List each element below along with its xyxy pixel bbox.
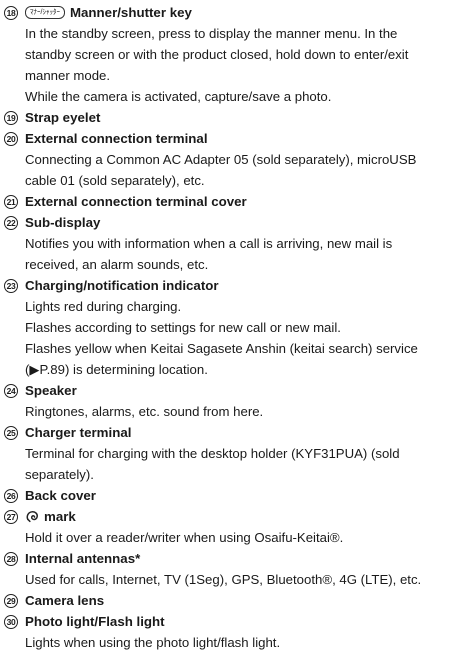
- item-desc-line: cable 01 (sold separately), etc.: [25, 173, 205, 188]
- item-desc-line: Flashes yellow when Keitai Sagasete Ansh…: [25, 341, 418, 356]
- item-title: Back cover: [25, 488, 96, 503]
- item-desc-line: Hold it over a reader/writer when using …: [25, 530, 344, 545]
- item-desc-line: Terminal for charging with the desktop h…: [25, 446, 400, 461]
- item-number: 23: [4, 278, 18, 293]
- item-26: 26 Back cover: [4, 485, 464, 506]
- item-25: 25 Charger terminal Terminal for chargin…: [4, 422, 464, 485]
- item-number: 24: [4, 383, 18, 398]
- item-title: Charger terminal: [25, 425, 132, 440]
- item-title: Photo light/Flash light: [25, 614, 165, 629]
- item-desc-line: In the standby screen, press to display …: [25, 26, 398, 41]
- item-number: 20: [4, 131, 18, 146]
- item-desc-line: Ringtones, alarms, etc. sound from here.: [25, 404, 264, 419]
- item-desc-line: received, an alarm sounds, etc.: [25, 257, 209, 272]
- item-desc-line: separately).: [25, 467, 94, 482]
- item-title: External connection terminal: [25, 131, 208, 146]
- item-title: Internal antennas*: [25, 551, 141, 566]
- item-19: 19 Strap eyelet: [4, 107, 464, 128]
- item-30: 30 Photo light/Flash light Lights when u…: [4, 611, 464, 653]
- item-title: External connection terminal cover: [25, 194, 247, 209]
- item-number: 21: [4, 194, 18, 209]
- item-title: Camera lens: [25, 593, 105, 608]
- manner-shutter-key-badge: ﾏﾅｰ/ｼｬｯﾀｰ: [25, 6, 65, 19]
- item-21: 21 External connection terminal cover: [4, 191, 464, 212]
- item-desc-line: Flashes according to settings for new ca…: [25, 320, 341, 335]
- item-number: 26: [4, 488, 18, 503]
- item-desc-line: Connecting a Common AC Adapter 05 (sold …: [25, 152, 417, 167]
- item-title: mark: [44, 509, 76, 524]
- item-desc-line: Used for calls, Internet, TV (1Seg), GPS…: [25, 572, 422, 587]
- item-number: 18: [4, 5, 18, 20]
- item-18: 18 ﾏﾅｰ/ｼｬｯﾀｰ Manner/shutter key In the s…: [4, 2, 464, 107]
- item-number: 28: [4, 551, 18, 566]
- item-22: 22 Sub-display Notifies you with informa…: [4, 212, 464, 275]
- item-number: 29: [4, 593, 18, 608]
- item-number: 25: [4, 425, 18, 440]
- item-desc-line: Lights red during charging.: [25, 299, 182, 314]
- item-27: 27 mark Hold it over a reader/writer whe…: [4, 506, 464, 548]
- item-desc-line: manner mode.: [25, 68, 111, 83]
- item-number: 30: [4, 614, 18, 629]
- item-title: Charging/notification indicator: [25, 278, 219, 293]
- felica-mark-icon: [26, 511, 38, 523]
- item-title: Strap eyelet: [25, 110, 101, 125]
- item-desc-line: Notifies you with information when a cal…: [25, 236, 393, 251]
- item-desc-line: (▶P.89) is determining location.: [25, 362, 208, 377]
- item-28: 28 Internal antennas* Used for calls, In…: [4, 548, 464, 590]
- item-24: 24 Speaker Ringtones, alarms, etc. sound…: [4, 380, 464, 422]
- item-desc-line: standby screen or with the product close…: [25, 47, 409, 62]
- item-number: 19: [4, 110, 18, 125]
- item-title: Speaker: [25, 383, 77, 398]
- item-title: Manner/shutter key: [69, 5, 192, 20]
- item-desc-line: While the camera is activated, capture/s…: [25, 89, 332, 104]
- item-number: 27: [4, 509, 18, 524]
- item-number: 22: [4, 215, 18, 230]
- document-body: 18 ﾏﾅｰ/ｼｬｯﾀｰ Manner/shutter key In the s…: [4, 2, 464, 653]
- item-title: Sub-display: [25, 215, 101, 230]
- item-23: 23 Charging/notification indicator Light…: [4, 275, 464, 380]
- item-20: 20 External connection terminal Connecti…: [4, 128, 464, 191]
- item-desc-line: Lights when using the photo light/flash …: [25, 635, 281, 650]
- item-29: 29 Camera lens: [4, 590, 464, 611]
